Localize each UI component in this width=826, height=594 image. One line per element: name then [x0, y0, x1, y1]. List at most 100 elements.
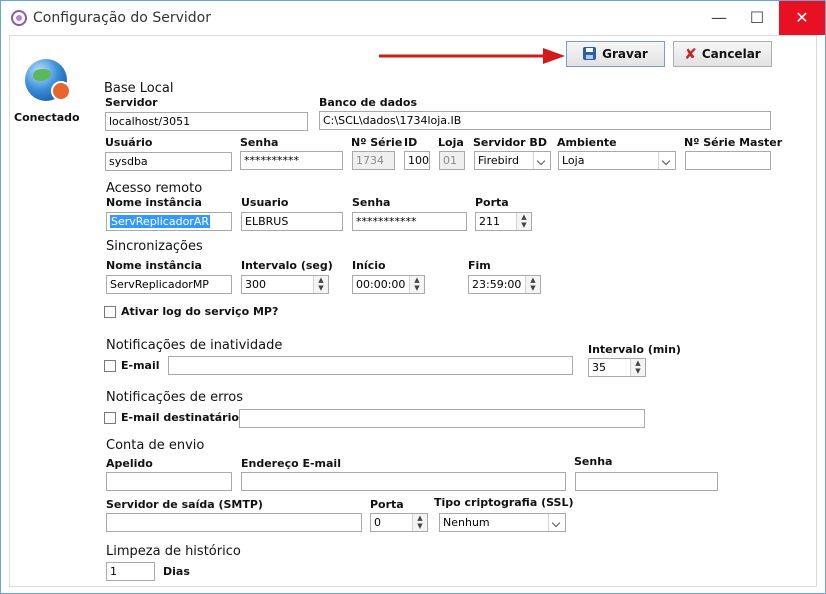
- smtp-porta-stepper[interactable]: 0 ▲ ▼: [370, 513, 428, 532]
- inatividade-email-label: E-mail: [121, 359, 160, 372]
- conta-senha-input[interactable]: [575, 472, 718, 491]
- app-icon: [11, 10, 27, 26]
- ambiente-select[interactable]: Loja: [558, 151, 676, 170]
- ar-porta-value: 211: [479, 215, 500, 228]
- sync-instancia-input[interactable]: ServReplicadorMP: [106, 275, 232, 294]
- spin-arrows-icon[interactable]: ▲ ▼: [409, 276, 424, 293]
- sync-inicio-label: Início: [352, 259, 386, 272]
- servidor-bd-select[interactable]: Firebird: [474, 151, 551, 170]
- section-inatividade: Notificações de inatividade: [106, 338, 283, 353]
- sync-fim-label: Fim: [468, 259, 491, 272]
- ambiente-value: Loja: [562, 154, 585, 167]
- chevron-down-icon[interactable]: [533, 152, 550, 169]
- senha-label: Senha: [240, 136, 279, 149]
- usuario-input[interactable]: sysdba: [105, 152, 232, 171]
- endereco-label: Endereço E-mail: [241, 457, 341, 470]
- inatividade-email-checkbox[interactable]: [104, 360, 116, 372]
- smtp-porta-value: 0: [374, 516, 381, 529]
- erros-email-input[interactable]: [239, 409, 645, 428]
- close-icon: ✘: [684, 45, 697, 63]
- arrow-annotation-icon: [379, 48, 565, 64]
- servidor-bd-value: Firebird: [478, 154, 519, 167]
- usuario-label: Usuário: [105, 136, 153, 149]
- ar-instancia-label: Nome instância: [106, 196, 202, 209]
- cripto-select[interactable]: Nenhum: [439, 513, 566, 532]
- connection-globe-icon: [25, 59, 71, 101]
- servidor-bd-label: Servidor BD: [473, 136, 547, 149]
- apelido-input[interactable]: [106, 472, 232, 491]
- maximize-button[interactable]: ☐: [739, 1, 775, 35]
- connection-status: Conectado: [14, 111, 80, 124]
- ar-usuario-label: Usuario: [241, 196, 289, 209]
- save-label: Gravar: [602, 47, 648, 61]
- chevron-down-icon[interactable]: [548, 514, 565, 531]
- banco-input[interactable]: C:\SCL\dados\1734loja.IB: [319, 111, 771, 130]
- loja-input: 01: [439, 151, 465, 170]
- smtp-porta-label: Porta: [370, 498, 404, 511]
- erros-email-label: E-mail destinatários: [121, 411, 246, 424]
- spin-arrows-icon[interactable]: ▲ ▼: [516, 213, 531, 230]
- erros-email-checkbox[interactable]: [104, 412, 116, 424]
- smtp-label: Servidor de saída (SMTP): [106, 498, 263, 511]
- ar-porta-label: Porta: [475, 196, 509, 209]
- ar-senha-label: Senha: [352, 196, 391, 209]
- inatividade-email-input[interactable]: [168, 356, 573, 375]
- section-limpeza: Limpeza de histórico: [106, 544, 241, 559]
- sync-intervalo-stepper[interactable]: 300 ▲ ▼: [241, 275, 329, 294]
- limpeza-dias-input[interactable]: 1: [106, 562, 155, 581]
- nserie-input: 1734: [352, 151, 395, 170]
- ar-instancia-input[interactable]: ServReplicadorAR: [106, 212, 232, 231]
- smtp-input[interactable]: [106, 513, 362, 532]
- inatividade-intervalo-stepper[interactable]: 35 ▲ ▼: [588, 358, 646, 377]
- sync-inicio-stepper[interactable]: 00:00:00 ▲ ▼: [352, 275, 425, 294]
- ambiente-label: Ambiente: [557, 136, 617, 149]
- chevron-down-icon[interactable]: [658, 152, 675, 169]
- senha-input[interactable]: **********: [240, 151, 343, 170]
- spin-arrows-icon[interactable]: ▲ ▼: [313, 276, 328, 293]
- cancel-label: Cancelar: [701, 47, 761, 61]
- id-input[interactable]: 100: [404, 151, 430, 170]
- apelido-label: Apelido: [106, 457, 153, 470]
- inatividade-intervalo-value: 35: [592, 361, 606, 374]
- spin-arrows-icon[interactable]: ▲ ▼: [525, 276, 540, 293]
- log-label: Ativar log do serviço MP?: [121, 305, 279, 318]
- ar-instancia-value: ServReplicadorAR: [110, 215, 210, 228]
- window-title: Configuração do Servidor: [33, 10, 211, 26]
- servidor-label: Servidor: [105, 96, 158, 109]
- inatividade-intervalo-label: Intervalo (min): [588, 343, 681, 356]
- ar-usuario-input[interactable]: ELBRUS: [241, 212, 343, 231]
- ar-senha-input[interactable]: ***********: [352, 212, 467, 231]
- minimize-button[interactable]: —: [701, 1, 737, 35]
- nserie-label: Nº Série: [351, 136, 403, 149]
- sync-intervalo-value: 300: [245, 278, 266, 291]
- cripto-label: Tipo criptografia (SSL): [434, 496, 574, 509]
- section-acesso-remoto: Acesso remoto: [106, 181, 203, 196]
- section-erros: Notificações de erros: [106, 390, 243, 405]
- endereco-input[interactable]: [241, 472, 566, 491]
- spin-arrows-icon[interactable]: ▲ ▼: [630, 359, 645, 376]
- servidor-input[interactable]: localhost/3051: [105, 112, 308, 131]
- sync-fim-stepper[interactable]: 23:59:00 ▲ ▼: [468, 275, 541, 294]
- banco-label: Banco de dados: [319, 96, 417, 109]
- spin-arrows-icon[interactable]: ▲ ▼: [412, 514, 427, 531]
- floppy-disk-icon: [583, 47, 597, 60]
- nserie-master-label: Nº Série Master: [684, 136, 783, 149]
- id-label: ID: [404, 136, 418, 149]
- ar-porta-stepper[interactable]: 211 ▲ ▼: [475, 212, 532, 231]
- log-checkbox[interactable]: [104, 306, 116, 318]
- sync-inicio-value: 00:00:00: [356, 278, 406, 291]
- limpeza-dias-label: Dias: [163, 565, 190, 578]
- conta-senha-label: Senha: [574, 455, 613, 468]
- sync-instancia-label: Nome instância: [106, 259, 202, 272]
- title-bar: Configuração do Servidor — ☐ ✕: [1, 1, 825, 35]
- section-sincronizacoes: Sincronizações: [106, 239, 203, 254]
- save-button[interactable]: Gravar: [566, 41, 665, 67]
- window: Configuração do Servidor — ☐ ✕ Gravar ✘ C…: [0, 0, 826, 594]
- sync-intervalo-label: Intervalo (seg): [241, 259, 333, 272]
- cripto-value: Nenhum: [443, 516, 490, 529]
- loja-label: Loja: [438, 136, 464, 149]
- nserie-master-input[interactable]: [685, 151, 771, 170]
- section-base-local: Base Local: [104, 81, 174, 96]
- close-button[interactable]: ✕: [779, 1, 825, 35]
- cancel-button[interactable]: ✘ Cancelar: [673, 41, 772, 67]
